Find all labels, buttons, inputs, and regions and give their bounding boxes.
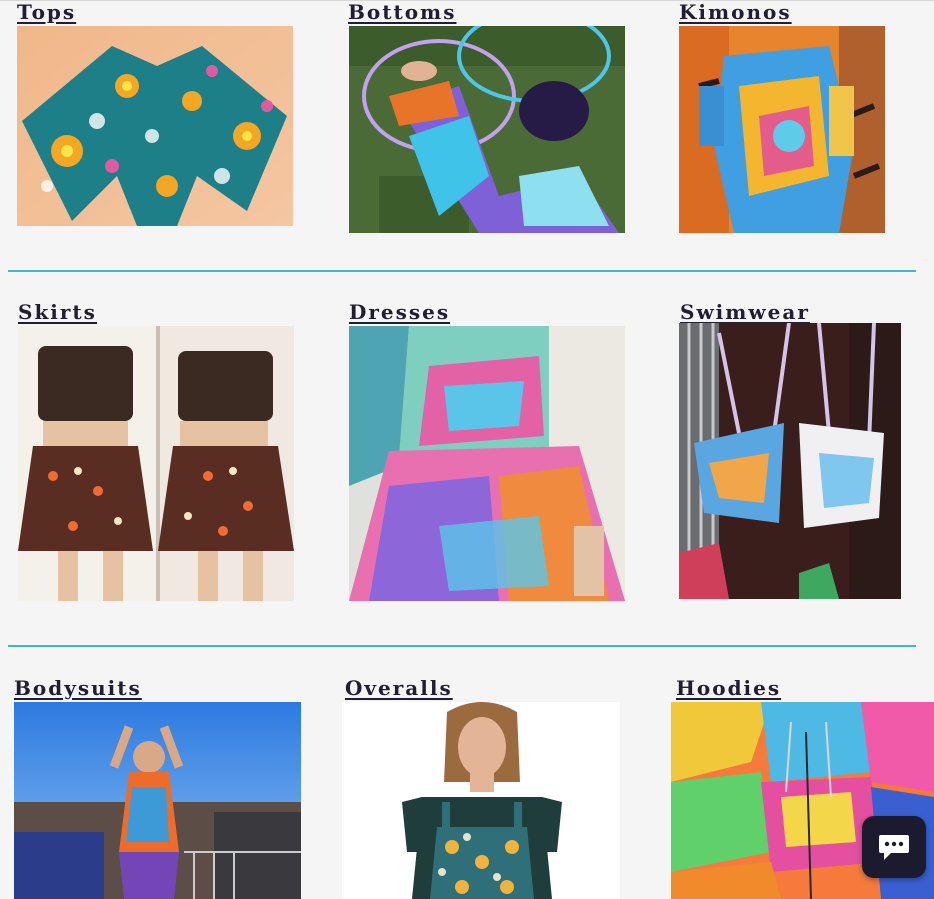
skirts-product-image[interactable] (18, 326, 294, 601)
section-divider-1 (8, 270, 916, 272)
overalls-product-image[interactable] (342, 702, 620, 899)
dresses-product-image[interactable] (349, 326, 625, 601)
category-title-bottoms[interactable]: Bottoms (348, 0, 456, 24)
chat-button[interactable] (862, 816, 926, 878)
kimonos-product-image[interactable] (679, 26, 885, 233)
tops-product-image[interactable] (17, 26, 293, 226)
category-title-bodysuits[interactable]: Bodysuits (14, 676, 142, 700)
category-title-tops[interactable]: Tops (17, 0, 76, 24)
category-title-overalls[interactable]: Overalls (345, 676, 453, 700)
bottoms-product-image[interactable] (349, 26, 625, 233)
bodysuits-product-image[interactable] (14, 702, 301, 899)
chat-bubble-icon (879, 835, 909, 860)
category-title-kimonos[interactable]: Kimonos (679, 0, 792, 24)
top-border (0, 0, 934, 1)
category-title-hoodies[interactable]: Hoodies (676, 676, 781, 700)
category-title-dresses[interactable]: Dresses (349, 300, 450, 324)
swimwear-product-image[interactable] (679, 323, 901, 599)
category-title-skirts[interactable]: Skirts (18, 300, 97, 324)
section-divider-2 (8, 645, 916, 647)
category-title-swimwear[interactable]: Swimwear (680, 300, 810, 324)
